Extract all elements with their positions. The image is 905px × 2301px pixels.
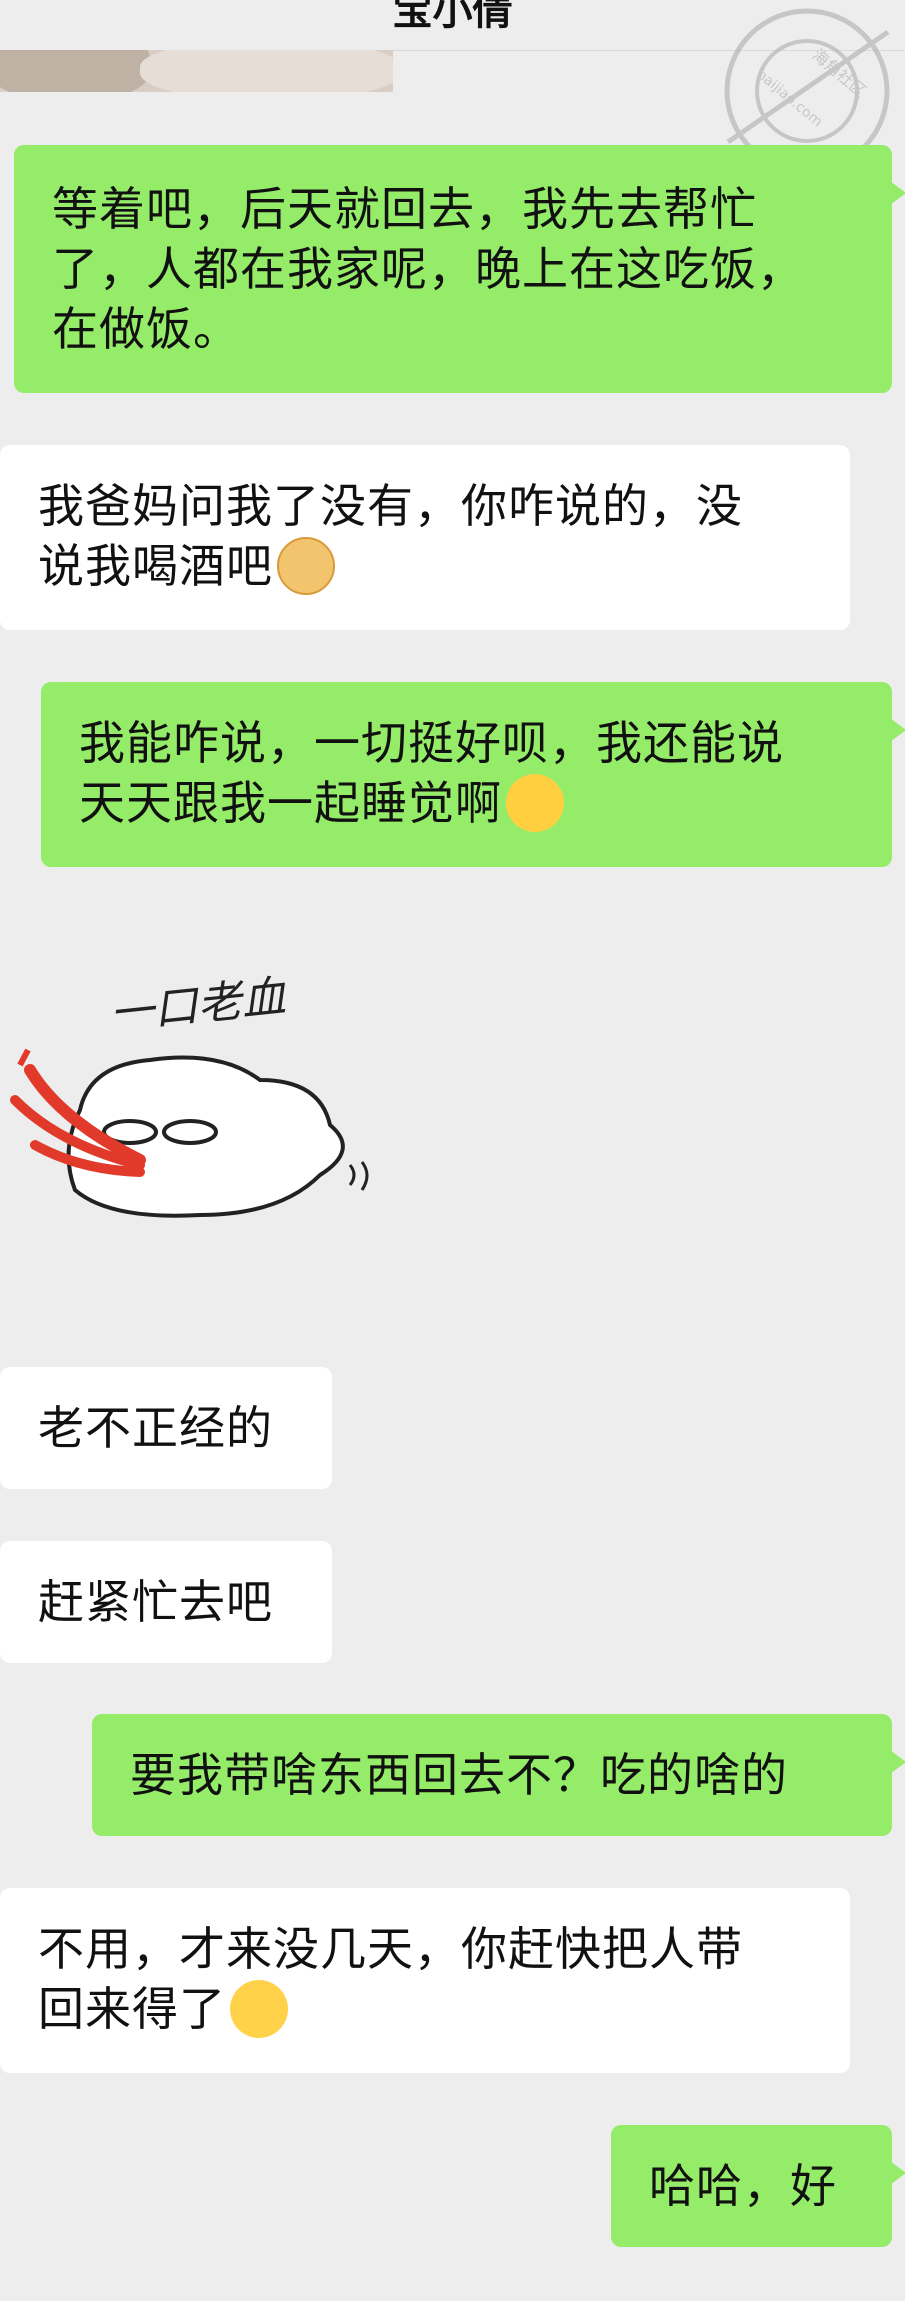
message-line: 老不正经的 (38, 1401, 273, 1455)
message-line: 我能咋说，一切挺好呗，我还能说 (79, 716, 784, 771)
message-bubble-received[interactable]: 不用，才来没几天，你赶快把人带 回来得了 (0, 1888, 850, 2073)
message-line: 我爸妈问我了没有，你咋说的，没 (38, 479, 743, 534)
image-blob (140, 50, 393, 92)
message-bubble-received[interactable]: 老不正经的 (0, 1367, 332, 1489)
tears-of-joy-emoji-icon (506, 773, 564, 832)
message-line: 说我喝酒吧 (38, 536, 812, 599)
eye-roll-emoji-icon (230, 1979, 288, 2038)
sticker-caption: 一口老血 (107, 971, 289, 1040)
message-line: 天天跟我一起睡觉啊 (79, 773, 854, 836)
message-bubble-sent[interactable]: 我能咋说，一切挺好呗，我还能说 天天跟我一起睡觉啊 (41, 682, 905, 867)
message-bubble-sent[interactable]: 等着吧，后天就回去，我先去帮忙 了，人都在我家呢，晚上在这吃饭， 在做饭。 (14, 145, 905, 393)
previous-image-message[interactable] (0, 50, 393, 92)
message-bubble-received[interactable]: 我爸妈问我了没有，你咋说的，没 说我喝酒吧 (0, 445, 850, 630)
message-line: 了，人都在我家呢，晚上在这吃饭， (52, 242, 804, 296)
svg-text:haijiao.com: haijiao.com (753, 66, 825, 130)
message-line: 回来得了 (38, 1979, 812, 2042)
doge-emoji-icon (277, 536, 335, 595)
blood-spit-sticker[interactable]: 一口老血 (0, 950, 400, 1250)
message-bubble-sent[interactable]: 要我带啥东西回去不？吃的啥的 (92, 1714, 905, 1836)
message-bubble-received[interactable]: 赶紧忙去吧 (0, 1541, 332, 1663)
image-blob (0, 50, 150, 92)
message-line: 要我带啥东西回去不？吃的啥的 (130, 1748, 788, 1802)
message-line: 等着吧，后天就回去，我先去帮忙 (52, 182, 757, 236)
message-line: 不用，才来没几天，你赶快把人带 (38, 1922, 743, 1977)
message-line: 赶紧忙去吧 (38, 1575, 273, 1629)
message-bubble-sent[interactable]: 哈哈，好 (611, 2125, 905, 2247)
message-line: 哈哈，好 (649, 2159, 837, 2213)
message-line: 在做饭。 (52, 302, 240, 356)
